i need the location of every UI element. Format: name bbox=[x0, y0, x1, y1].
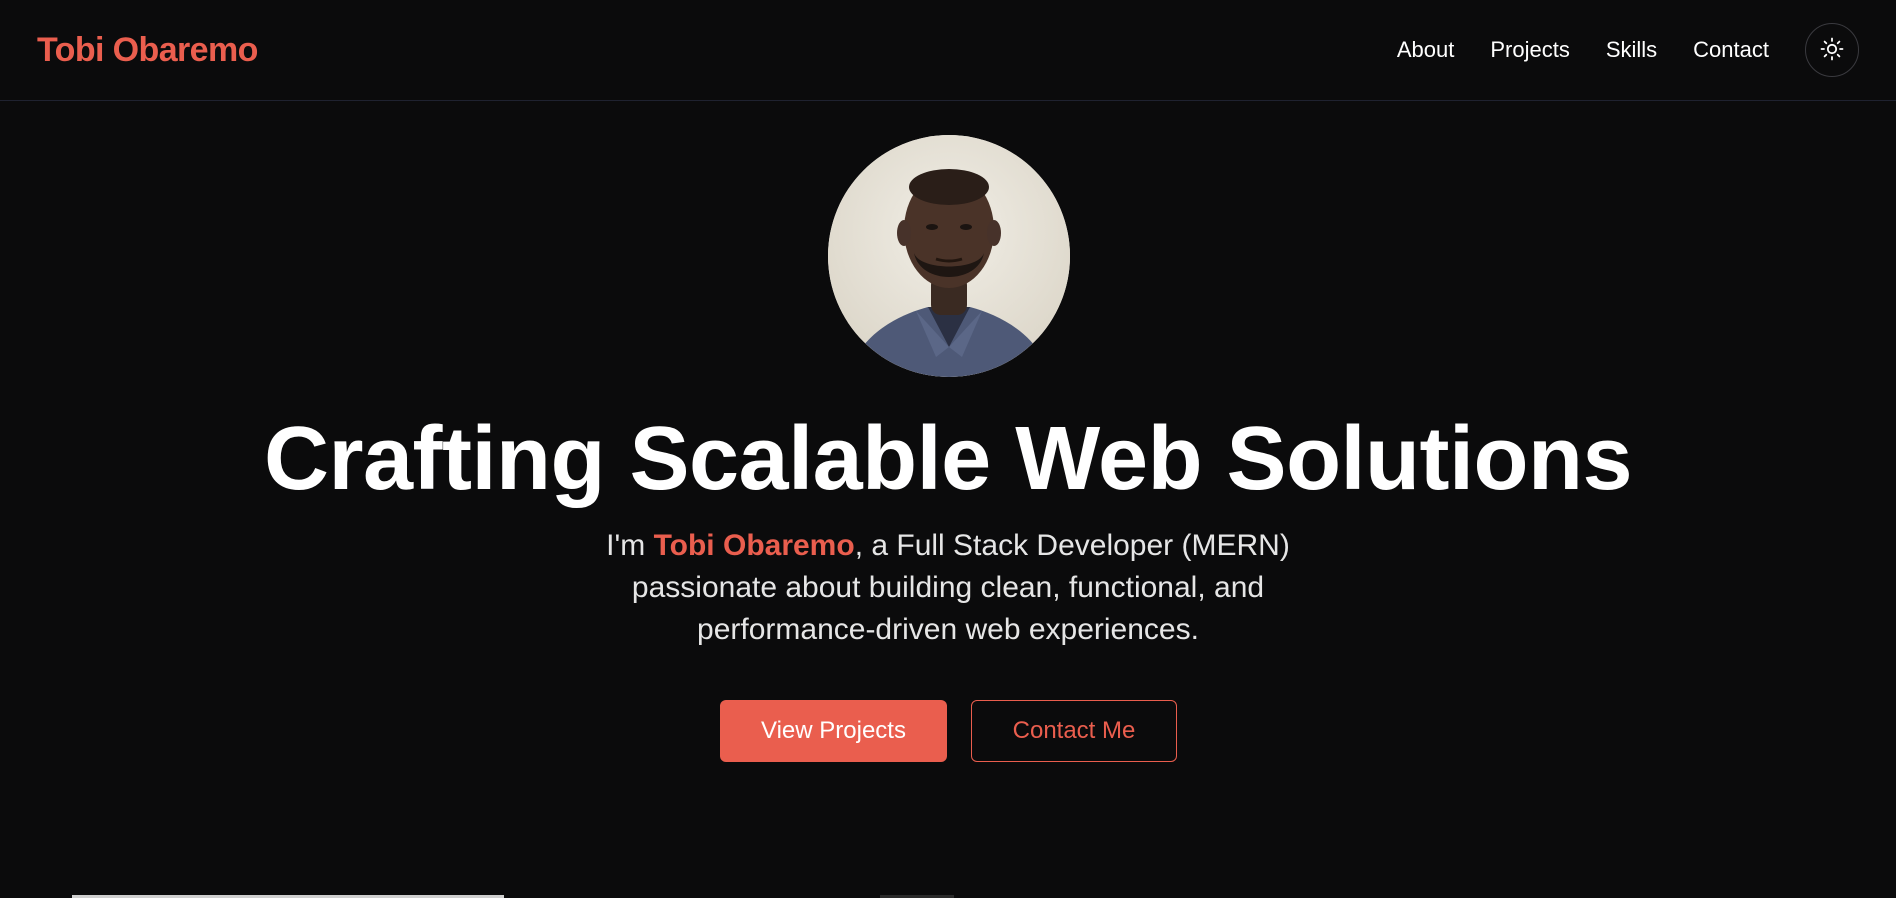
contact-me-button[interactable]: Contact Me bbox=[971, 700, 1177, 762]
brand-logo[interactable]: Tobi Obaremo bbox=[37, 31, 258, 70]
subtitle-name: Tobi Obaremo bbox=[653, 529, 855, 562]
sun-icon bbox=[1820, 37, 1844, 64]
theme-toggle-button[interactable] bbox=[1805, 23, 1859, 77]
subtitle-prefix: I'm bbox=[606, 529, 654, 562]
nav-link-about[interactable]: About bbox=[1397, 37, 1455, 63]
nav-links: About Projects Skills Contact bbox=[1397, 37, 1769, 63]
avatar bbox=[828, 135, 1070, 377]
top-navbar: Tobi Obaremo About Projects Skills Conta… bbox=[0, 0, 1896, 101]
portfolio-page: Tobi Obaremo About Projects Skills Conta… bbox=[0, 0, 1896, 898]
nav-link-contact[interactable]: Contact bbox=[1693, 37, 1769, 63]
profile-photo bbox=[828, 135, 1070, 377]
hero-subtitle: I'm Tobi Obaremo, a Full Stack Developer… bbox=[548, 525, 1348, 651]
nav-right: About Projects Skills Contact bbox=[1397, 23, 1859, 77]
nav-link-skills[interactable]: Skills bbox=[1606, 37, 1657, 63]
hero-title: Crafting Scalable Web Solutions bbox=[263, 409, 1633, 509]
nav-link-projects[interactable]: Projects bbox=[1490, 37, 1569, 63]
view-projects-button[interactable]: View Projects bbox=[720, 700, 947, 762]
